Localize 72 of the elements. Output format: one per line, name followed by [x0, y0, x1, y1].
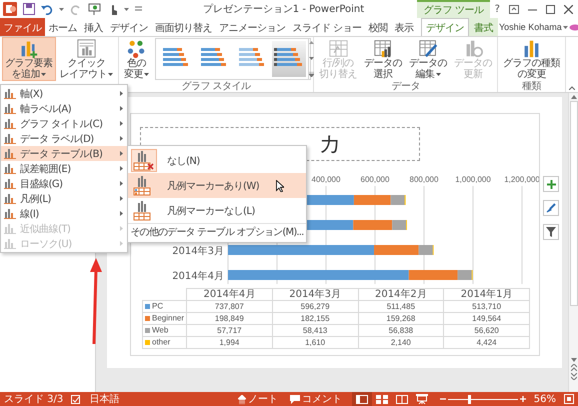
category-label: 2014年4月 [172, 271, 224, 282]
menu-item[interactable]: 軸(X) [1, 86, 127, 101]
chart-title: カ [319, 131, 342, 159]
ribbon-button[interactable]: クイック レイアウト [56, 37, 116, 81]
category-label: 2014年3月 [172, 246, 224, 257]
menu-item[interactable]: 凡例マーカーなし(L) [128, 198, 306, 223]
ribbon-tab[interactable]: ファイル [0, 18, 45, 36]
column-header: 2014年4月 [186, 288, 272, 300]
ribbon-tab[interactable]: デザイン [421, 18, 469, 36]
table-cell: 58,413 [272, 324, 358, 336]
table-cell: 56,838 [358, 324, 444, 336]
series-name: PC [152, 302, 164, 311]
series-name: Web [152, 326, 168, 335]
help-button[interactable]: ? [494, 4, 500, 14]
ribbon-tab[interactable]: 表示 [391, 18, 418, 36]
group-label: データ [390, 81, 421, 92]
column-header: 2014年2月 [358, 288, 444, 300]
comments-button[interactable]: コメント [288, 392, 344, 406]
context-tab-header: グラフ ツール [417, 0, 490, 18]
table-cell: 2,140 [358, 336, 444, 348]
table-cell: 1,610 [272, 336, 358, 348]
group-label: 種類 [521, 81, 542, 92]
table-cell: 182,155 [272, 312, 358, 324]
table-cell: 513,710 [444, 300, 530, 312]
table-cell: 511,485 [358, 300, 444, 312]
table-cell: 596,279 [272, 300, 358, 312]
menu-item[interactable]: その他のデータ テーブル オプション(M)... [128, 223, 306, 241]
axis-tick-label: 400,000 [312, 175, 340, 184]
ribbon-tab[interactable]: 画面切り替え [152, 18, 216, 36]
ribbon-button[interactable]: 色の 変更 [121, 37, 152, 81]
ribbon-button[interactable]: グラフの種類 の変更 [500, 37, 563, 81]
table-cell: 1,994 [186, 336, 272, 348]
slide-counter: スライド 3/3 [4, 393, 64, 406]
ribbon-tab[interactable]: デザイン [106, 18, 152, 36]
ribbon-button[interactable]: データの 編集 [406, 37, 450, 81]
menu-item[interactable]: データ テーブル(B) [1, 146, 127, 161]
table-cell: 4,424 [444, 336, 530, 348]
ribbon-tab[interactable]: ホーム [45, 18, 80, 36]
ribbon-button[interactable]: データの 選択 [361, 37, 405, 81]
ribbon-tab[interactable]: スライド ショー [289, 18, 366, 36]
user-name[interactable]: Yoshie Kohama [499, 22, 562, 32]
ribbon-tab[interactable]: 挿入 [80, 18, 106, 36]
menu-item[interactable]: 軸ラベル(A) [1, 101, 127, 116]
zoom-level[interactable]: 56% [534, 394, 556, 404]
menu-item[interactable]: 凡例(L) [1, 191, 127, 206]
ribbon-button[interactable]: グラフ要素 を追加 [2, 37, 56, 81]
column-header: 2014年1月 [444, 288, 530, 300]
column-header: 2014年3月 [272, 288, 358, 300]
table-cell: 737,807 [186, 300, 272, 312]
language-indicator[interactable]: 日本語 [89, 392, 120, 406]
window-title: プレゼンテーション1 - PowerPoint [202, 2, 366, 17]
table-cell: 149,564 [444, 312, 530, 324]
axis-tick-label: 600,000 [360, 175, 390, 184]
table-cell: 56,620 [444, 324, 530, 336]
table-cell: 159,268 [358, 312, 444, 324]
series-name: Beginner [152, 314, 184, 323]
axis-tick-label: 800,000 [410, 175, 438, 184]
menu-item[interactable]: 誤差範囲(E) [1, 161, 127, 176]
menu-item[interactable]: データ ラベル(D) [1, 131, 127, 146]
notes-button[interactable]: ノート [236, 392, 280, 406]
ribbon-tab[interactable]: アニメーション [216, 18, 289, 36]
ribbon-tab[interactable]: 書式 [469, 18, 498, 36]
menu-item[interactable]: 線(I) [1, 206, 127, 221]
menu-item[interactable]: 凡例マーカーあり(W) [128, 173, 306, 198]
table-cell: 57,717 [186, 324, 272, 336]
axis-tick-label: 1,000,000 [455, 175, 491, 184]
group-label: グラフ スタイル [180, 81, 252, 92]
menu-item[interactable]: グラフ タイトル(C) [1, 116, 127, 131]
series-name: other [152, 338, 170, 347]
ribbon-tab[interactable]: 校閲 [365, 18, 392, 36]
table-cell: 198,849 [186, 312, 272, 324]
menu-item[interactable]: 目盛線(G) [1, 176, 127, 191]
